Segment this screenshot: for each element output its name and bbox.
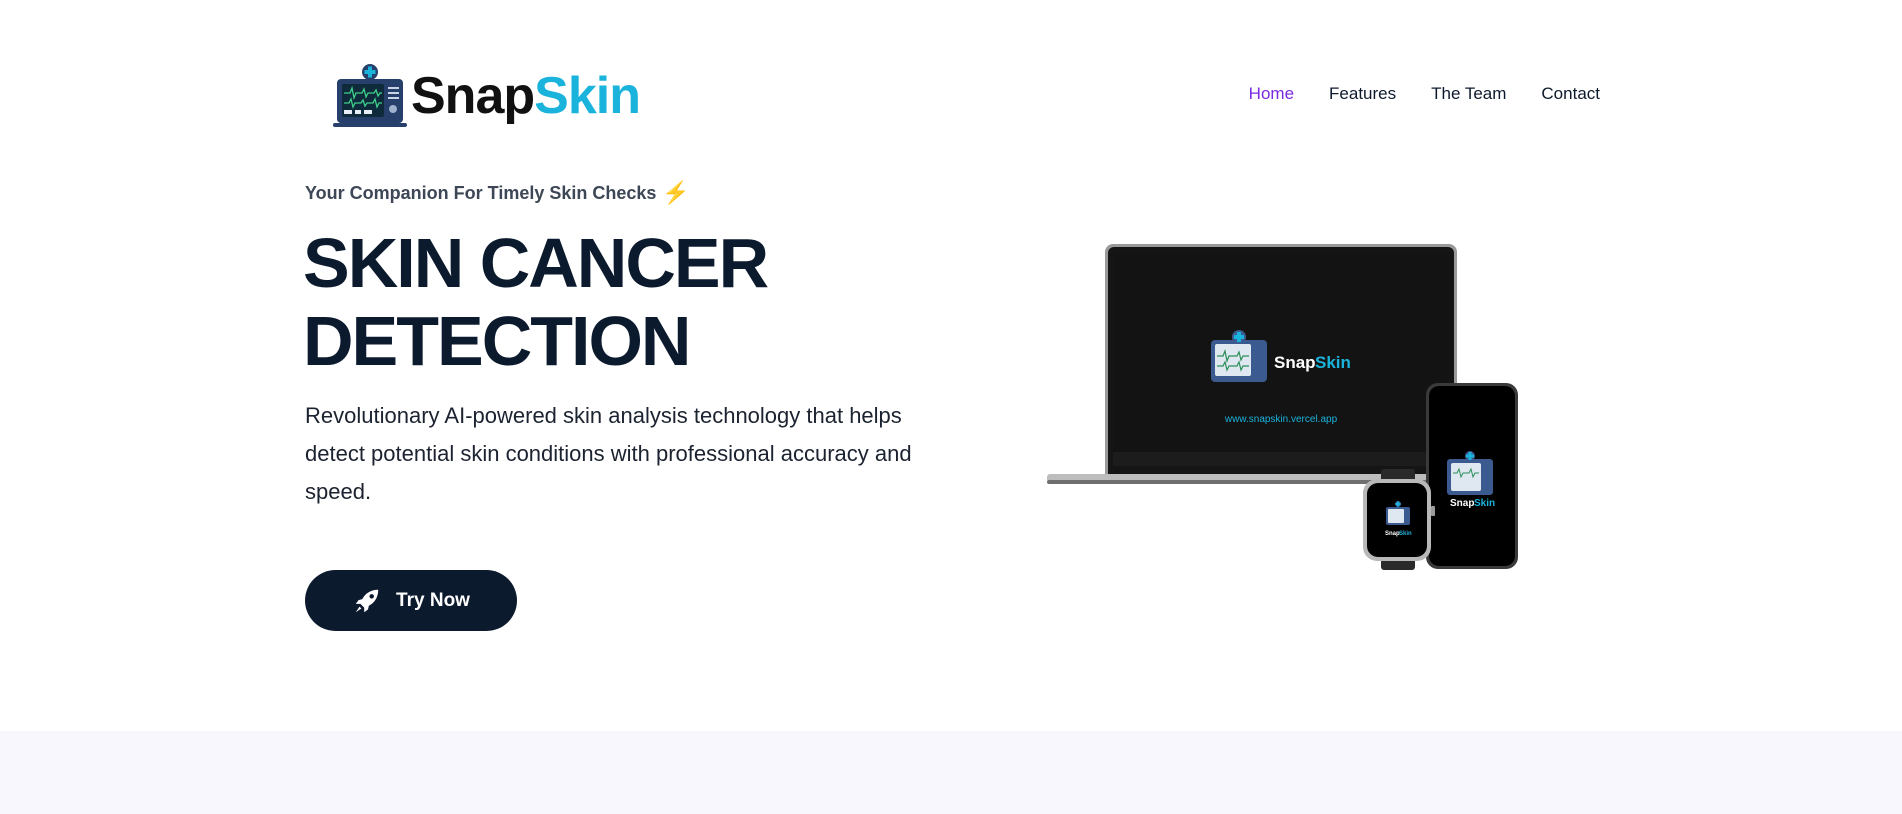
hero-tagline-text: Your Companion For Timely Skin Checks bbox=[305, 182, 657, 203]
laptop-brand-part2: Skin bbox=[1315, 353, 1351, 372]
nav-item-home[interactable]: Home bbox=[1249, 84, 1294, 104]
brand-logo[interactable]: SnapSkin bbox=[333, 62, 641, 130]
phone-brand-part1: Snap bbox=[1450, 498, 1474, 509]
nav-item-contact[interactable]: Contact bbox=[1541, 84, 1600, 104]
rocket-icon bbox=[355, 589, 379, 612]
laptop-url: www.snapskin.vercel.app bbox=[1224, 414, 1338, 425]
main-nav: Home Features The Team Contact bbox=[1249, 84, 1600, 104]
medical-monitor-icon bbox=[333, 64, 407, 127]
lightning-icon: ⚡ bbox=[662, 180, 690, 205]
nav-item-features[interactable]: Features bbox=[1329, 84, 1396, 104]
page: SnapSkin Home Features The Team Contact … bbox=[0, 0, 1902, 814]
next-section-band bbox=[0, 731, 1902, 814]
laptop-brand-part1: Snap bbox=[1274, 353, 1316, 372]
device-mockup-illustration: Snap Skin www.snapskin.vercel.app Snap S… bbox=[1047, 244, 1518, 570]
brand-name-part2: Skin bbox=[534, 67, 641, 125]
laptop-mockup: Snap Skin www.snapskin.vercel.app bbox=[1047, 244, 1457, 484]
hero-tagline: Your Companion For Timely Skin Checks ⚡ bbox=[305, 180, 690, 206]
brand-name: SnapSkin bbox=[411, 67, 641, 125]
watch-brand-part2: Skin bbox=[1399, 531, 1412, 537]
hero-headline-line1: SKIN CANCER bbox=[303, 224, 769, 302]
try-now-button[interactable]: Try Now bbox=[305, 570, 517, 631]
try-now-label: Try Now bbox=[396, 589, 470, 611]
hero-description: Revolutionary AI-powered skin analysis t… bbox=[305, 403, 912, 504]
phone-brand-part2: Skin bbox=[1474, 498, 1495, 509]
watch-brand-part1: Snap bbox=[1385, 531, 1400, 537]
hero-headline-line2: DETECTION bbox=[303, 302, 691, 380]
phone-mockup: Snap Skin bbox=[1426, 383, 1518, 569]
nav-item-the-team[interactable]: The Team bbox=[1431, 84, 1506, 104]
hero-headline: SKIN CANCER DETECTION bbox=[303, 224, 769, 380]
brand-name-part1: Snap bbox=[411, 67, 535, 125]
watch-mockup: Snap Skin bbox=[1363, 469, 1435, 570]
